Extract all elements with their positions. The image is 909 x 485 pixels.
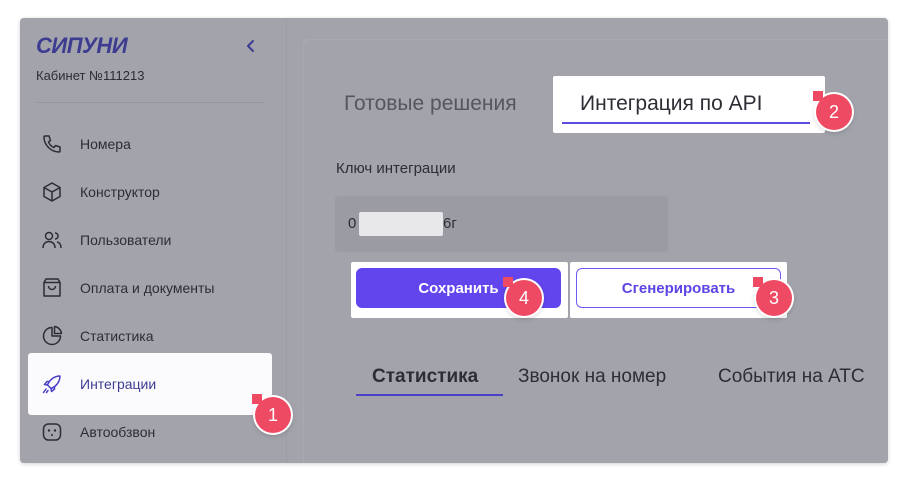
tab-api-integration[interactable]: Интеграция по API: [580, 92, 762, 116]
pie-chart-icon: [40, 324, 64, 348]
sidebar-item-label: Конструктор: [80, 184, 160, 200]
subtab-active-underline: [356, 394, 503, 396]
sidebar-item-label: Пользователи: [80, 232, 172, 248]
key-value-end: 6г: [443, 215, 457, 232]
sidebar-item-label: Статистика: [80, 328, 154, 344]
rocket-icon: [40, 372, 64, 396]
key-value-mask: [359, 212, 443, 236]
generate-button[interactable]: Сгенерировать: [576, 268, 781, 308]
app-window: СИПУНИ Кабинет №111213 Номера Конструкто…: [20, 18, 888, 463]
subtab-statistics[interactable]: Статистика: [372, 366, 478, 388]
integration-key-label: Ключ интеграции: [336, 160, 456, 177]
sidebar-item-label: Интеграции: [80, 376, 157, 392]
sidebar-item-label: Номера: [80, 136, 131, 152]
subtab-call-to-number[interactable]: Звонок на номер: [518, 366, 666, 388]
sidebar-divider: [36, 102, 264, 103]
main-panel: Готовые решения Интеграция по API Ключ и…: [304, 40, 888, 463]
sidebar: СИПУНИ Кабинет №111213 Номера Конструкто…: [20, 18, 287, 463]
sidebar-item-constructor[interactable]: Конструктор: [28, 168, 272, 216]
shopping-bag-icon: [40, 276, 64, 300]
robot-icon: [40, 420, 64, 444]
users-icon: [40, 228, 64, 252]
sidebar-item-users[interactable]: Пользователи: [28, 216, 272, 264]
subtab-pbx-events[interactable]: События на АТС: [718, 366, 865, 388]
sidebar-item-label: Автообзвон: [80, 424, 156, 440]
tab-ready-solutions[interactable]: Готовые решения: [344, 92, 517, 116]
key-value-start: 0: [348, 215, 357, 232]
sidebar-item-label: Оплата и документы: [80, 280, 215, 296]
step-badge-2: 2: [813, 91, 852, 130]
step-badge-3: 3: [753, 277, 792, 316]
sidebar-item-autodial[interactable]: Автообзвон: [28, 408, 272, 456]
phone-icon: [40, 132, 64, 156]
sidebar-item-integrations[interactable]: Интеграции: [28, 353, 272, 415]
logo[interactable]: СИПУНИ: [36, 33, 128, 59]
step-badge-4: 4: [503, 277, 542, 316]
integration-key-field[interactable]: 0 6г: [335, 196, 668, 252]
collapse-sidebar-icon[interactable]: [242, 37, 260, 55]
cabinet-number: Кабинет №111213: [36, 68, 145, 83]
tab-active-underline: [562, 122, 810, 124]
cube-icon: [40, 180, 64, 204]
step-badge-1: 1: [252, 394, 291, 433]
sidebar-item-billing[interactable]: Оплата и документы: [28, 264, 272, 312]
sidebar-item-numbers[interactable]: Номера: [28, 120, 272, 168]
